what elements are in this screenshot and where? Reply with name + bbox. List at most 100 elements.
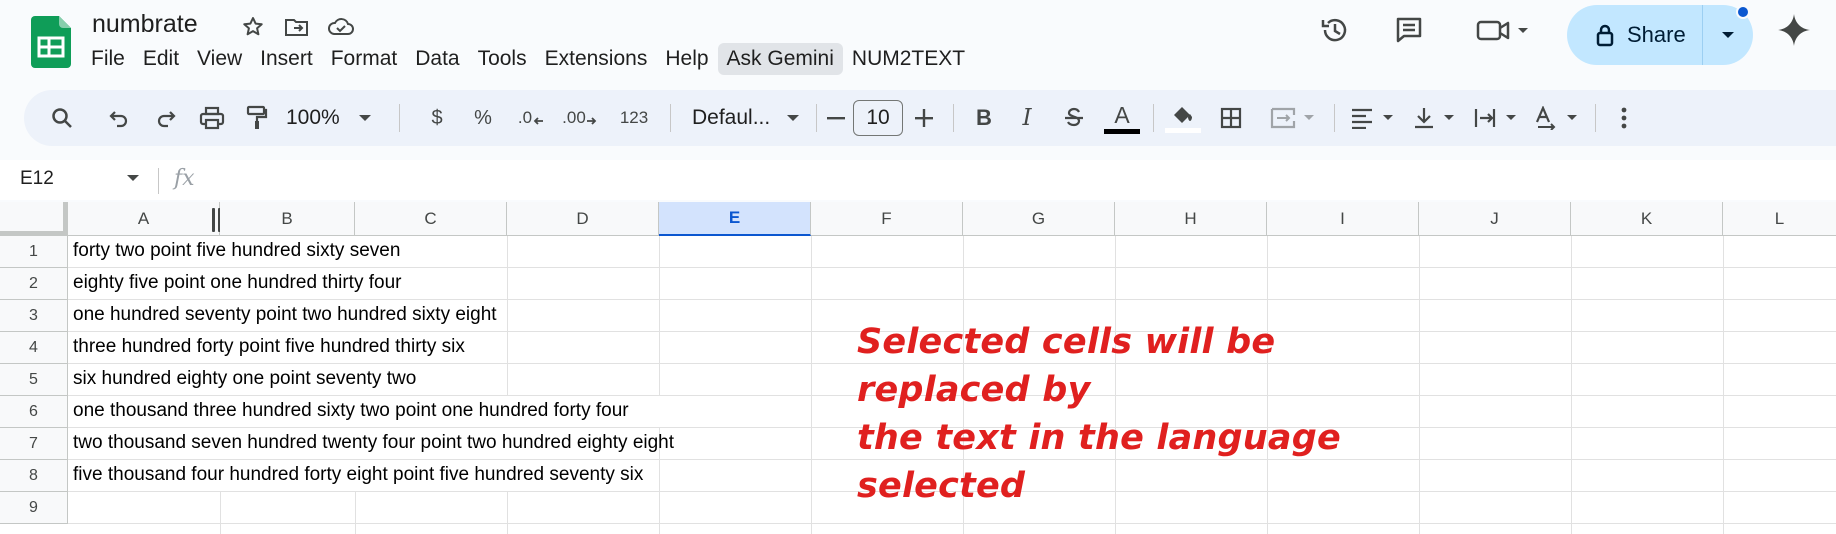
column-header-c[interactable]: C [355, 202, 507, 236]
search-menus-icon[interactable] [42, 90, 82, 146]
row-header-7[interactable]: 7 [0, 428, 68, 460]
column-header-a[interactable]: A [68, 202, 220, 236]
cell-a5[interactable]: six hundred eighty one point seventy two [73, 363, 416, 395]
annotation-line-1: Selected cells will be replaced by [857, 322, 1276, 410]
menu-help[interactable]: Help [656, 43, 717, 75]
cell-a8[interactable]: five thousand four hundred forty eight p… [73, 459, 643, 491]
separator [158, 168, 159, 194]
row-header-2[interactable]: 2 [0, 268, 68, 300]
arrow-left-icon [533, 117, 544, 125]
borders-icon[interactable] [1211, 90, 1251, 146]
annotation-text: Selected cells will be replaced by the t… [857, 318, 1417, 510]
paint-format-icon[interactable] [237, 90, 277, 146]
zoom-select[interactable]: 100% [286, 90, 386, 146]
column-header-i[interactable]: I [1267, 202, 1419, 236]
decrease-decimal-label: .0 [517, 108, 533, 127]
column-header-b[interactable]: B [220, 202, 355, 236]
column-header-j[interactable]: J [1419, 202, 1571, 236]
menu-file[interactable]: File [82, 43, 134, 75]
bold-button[interactable]: B [965, 90, 1003, 146]
horizontal-align-icon[interactable] [1342, 90, 1402, 146]
formula-bar: E12 fx [0, 160, 1836, 200]
version-history-icon[interactable] [1313, 8, 1357, 52]
fill-color-button[interactable] [1162, 90, 1204, 146]
cell-a4[interactable]: three hundred forty point five hundred t… [73, 331, 465, 363]
document-title[interactable]: numbrate [92, 10, 198, 39]
lock-icon [1596, 24, 1614, 47]
cell-a1[interactable]: forty two point five hundred sixty seven [73, 235, 400, 267]
cell-a3[interactable]: one hundred seventy point two hundred si… [73, 299, 497, 331]
comments-icon[interactable] [1387, 8, 1431, 52]
row-header-3[interactable]: 3 [0, 300, 68, 332]
text-color-letter: A [1114, 101, 1130, 128]
cloud-saved-icon[interactable] [324, 12, 358, 42]
separator [670, 104, 671, 132]
header: numbrate File Edit View Insert Format Da… [0, 0, 1836, 82]
menu-extensions[interactable]: Extensions [536, 43, 657, 75]
row-header-8[interactable]: 8 [0, 460, 68, 492]
print-icon[interactable] [192, 90, 232, 146]
paint-bucket-icon [1174, 106, 1192, 123]
cell-a2[interactable]: eighty five point one hundred thirty fou… [73, 267, 401, 299]
menu-ask-gemini[interactable]: Ask Gemini [717, 43, 843, 75]
currency-format-button[interactable]: $ [417, 90, 457, 146]
decrease-font-size-icon[interactable] [821, 90, 851, 146]
row-header-4[interactable]: 4 [0, 332, 68, 364]
text-color-swatch [1104, 128, 1140, 134]
row-header-6[interactable]: 6 [0, 396, 68, 428]
meet-icon[interactable] [1470, 8, 1534, 52]
star-icon[interactable] [236, 12, 270, 42]
text-wrapping-icon[interactable] [1465, 90, 1525, 146]
row-header-9[interactable]: 9 [0, 492, 68, 524]
menu-format[interactable]: Format [322, 43, 407, 75]
share-dropdown-button[interactable] [1703, 30, 1753, 40]
name-box[interactable]: E12 [20, 168, 54, 190]
column-header-k[interactable]: K [1571, 202, 1723, 236]
italic-button[interactable]: I [1008, 90, 1046, 146]
separator [1334, 104, 1335, 132]
caret-down-icon [358, 115, 371, 121]
text-rotation-icon[interactable] [1526, 90, 1586, 146]
merge-cells-icon[interactable] [1260, 90, 1324, 146]
share-button[interactable]: Share [1567, 5, 1753, 65]
undo-icon[interactable] [99, 90, 139, 146]
menu-tools[interactable]: Tools [469, 43, 536, 75]
sheets-logo-icon[interactable] [31, 16, 71, 68]
caret-down-icon[interactable] [126, 174, 140, 182]
column-header-d[interactable]: D [507, 202, 659, 236]
text-color-button[interactable]: A [1102, 90, 1142, 146]
more-options-icon[interactable] [1604, 90, 1644, 146]
cell-a7[interactable]: two thousand seven hundred twenty four p… [73, 427, 674, 459]
share-main[interactable]: Share [1567, 5, 1703, 65]
cell-a6[interactable]: one thousand three hundred sixty two poi… [73, 395, 629, 427]
move-folder-icon[interactable] [280, 12, 314, 42]
decrease-decimal-button[interactable]: .0 [509, 90, 553, 146]
increase-decimal-button[interactable]: .00 [555, 90, 605, 146]
percent-format-button[interactable]: % [463, 90, 503, 146]
gridline [355, 491, 356, 534]
strikethrough-icon[interactable] [1055, 90, 1093, 146]
column-header-h[interactable]: H [1115, 202, 1267, 236]
font-select[interactable]: Defaul... [672, 90, 814, 146]
vertical-align-icon[interactable] [1404, 90, 1464, 146]
font-size-input[interactable]: 10 [853, 100, 903, 136]
menu-data[interactable]: Data [406, 43, 468, 75]
column-header-e[interactable]: E [659, 202, 811, 236]
row-header-1[interactable]: 1 [0, 236, 68, 268]
more-formats-button[interactable]: 123 [609, 90, 659, 146]
increase-font-size-icon[interactable] [907, 90, 941, 146]
row-header-5[interactable]: 5 [0, 364, 68, 396]
select-all-corner[interactable] [0, 202, 68, 236]
redo-icon[interactable] [146, 90, 186, 146]
menu-edit[interactable]: Edit [134, 43, 188, 75]
column-header-g[interactable]: G [963, 202, 1115, 236]
menu-insert[interactable]: Insert [251, 43, 322, 75]
menu-view[interactable]: View [188, 43, 251, 75]
gemini-icon[interactable] [1772, 8, 1816, 52]
column-header-f[interactable]: F [811, 202, 963, 236]
title-actions [236, 12, 358, 42]
menu-num2text[interactable]: NUM2TEXT [843, 43, 974, 75]
font-value: Defaul... [692, 106, 771, 129]
notification-dot [1736, 5, 1750, 19]
column-header-l[interactable]: L [1723, 202, 1836, 236]
